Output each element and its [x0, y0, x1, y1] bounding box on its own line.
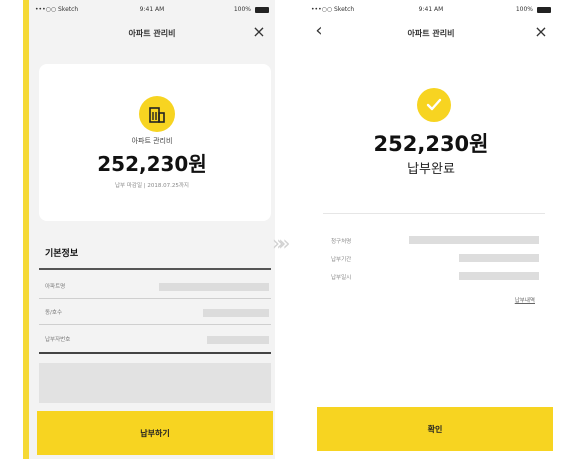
status-bar: •••○○ Sketch 9:41 AM 100% [29, 6, 275, 16]
info-row-label: 동/호수 [45, 310, 63, 316]
detail-row: 납부기간 [323, 252, 545, 266]
battery-icon [537, 7, 551, 13]
detail-row: 청구처명 [323, 234, 545, 248]
info-row: 아파트명 [39, 276, 271, 296]
info-row: 납부자번호 [39, 329, 271, 349]
row-divider [39, 298, 271, 299]
page-title: 아파트 관리비 [128, 29, 176, 38]
detail-row-label: 납부기간 [331, 257, 352, 263]
confirm-button[interactable]: 확인 [317, 407, 553, 451]
payment-complete-screen: •••○○ Sketch 9:41 AM 100% ‹ 아파트 관리비 × 25… [305, 0, 557, 459]
bill-label: 아파트 관리비 [131, 137, 173, 145]
detail-row-value [459, 254, 539, 262]
info-row-value [207, 336, 269, 344]
payment-history-link[interactable]: 납부내역 [515, 296, 535, 304]
payment-status: 납부완료 [407, 162, 455, 177]
battery-icon [255, 7, 269, 13]
building-icon [139, 96, 175, 132]
payment-screen: •••○○ Sketch 9:41 AM 100% 아파트 관리비 × 아파트 … [23, 0, 275, 459]
paid-amount: 252,230원 [373, 132, 489, 156]
info-placeholder-block [39, 363, 271, 403]
bill-amount: 252,230원 [97, 152, 207, 176]
row-divider [39, 324, 271, 325]
detail-row-value [459, 272, 539, 280]
close-icon[interactable]: × [249, 22, 269, 42]
info-row-label: 아파트명 [45, 284, 66, 290]
detail-row: 납부일시 [323, 270, 545, 284]
battery-label: 100% [233, 6, 251, 13]
info-row-value [159, 283, 269, 291]
page-title: 아파트 관리비 [407, 29, 455, 38]
row-divider [39, 352, 271, 354]
detail-row-label: 납부일시 [331, 275, 352, 281]
close-icon[interactable]: × [531, 22, 551, 42]
transition-arrow-icon: »» [272, 231, 291, 255]
info-row: 동/호수 [39, 302, 271, 322]
status-bar: •••○○ Sketch 9:41 AM 100% [305, 6, 557, 16]
info-row-label: 납부자번호 [45, 337, 71, 343]
section-divider [39, 268, 271, 270]
due-date-text: 납부 마감일 | 2018.07.25까지 [114, 183, 189, 189]
section-title: 기본정보 [45, 249, 79, 259]
detail-row-label: 청구처명 [331, 239, 352, 245]
detail-row-value [409, 236, 539, 244]
battery-label: 100% [515, 6, 533, 13]
check-icon [417, 88, 451, 122]
info-row-value [203, 309, 269, 317]
section-divider [323, 213, 545, 214]
pay-button[interactable]: 납부하기 [37, 411, 273, 455]
